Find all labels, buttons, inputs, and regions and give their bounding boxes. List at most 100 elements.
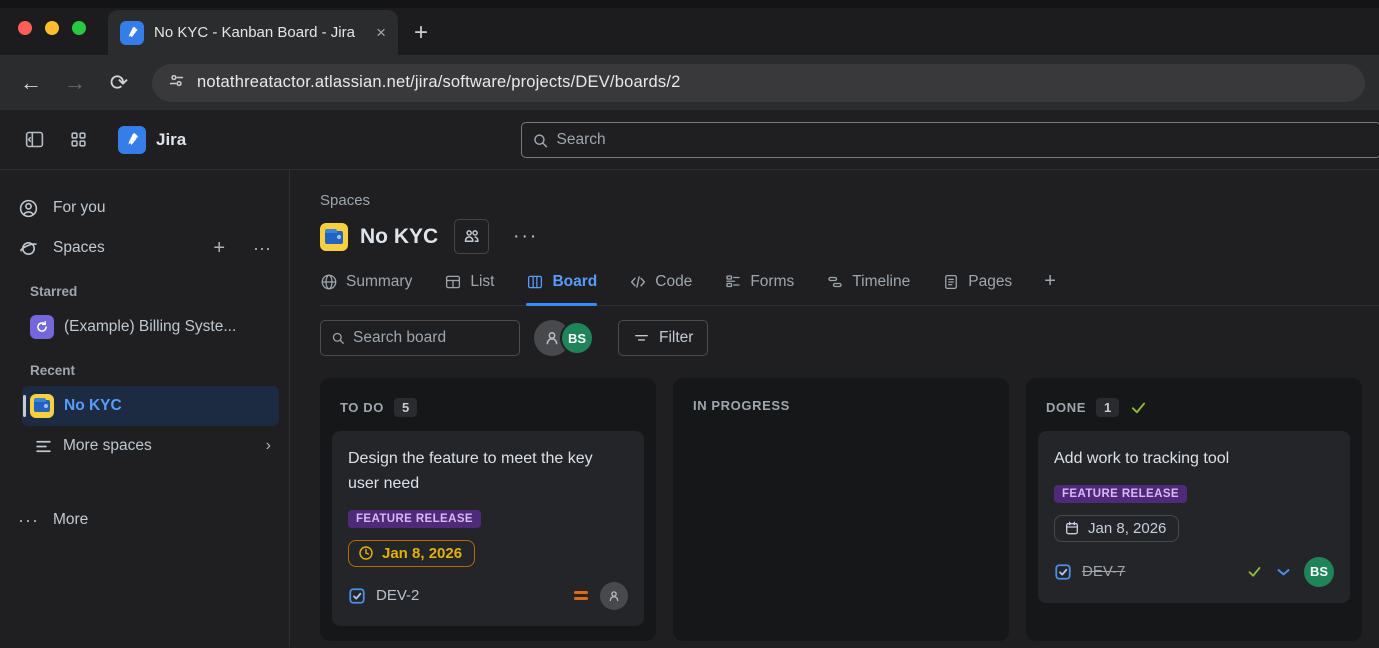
column-header: IN PROGRESS [683, 388, 999, 425]
tab-label: Code [655, 273, 692, 291]
column-count-badge: 1 [1096, 398, 1119, 417]
jira-home-link[interactable]: Jira [118, 126, 186, 154]
chevron-right-icon: › [266, 437, 271, 455]
browser-window: No KYC - Kanban Board - Jira × + ← → ⟳ n… [0, 0, 1379, 110]
project-more-icon[interactable]: ··· [513, 226, 538, 248]
assignee-avatar[interactable] [600, 582, 628, 610]
column-header: TO DO 5 [330, 388, 646, 429]
column-name: IN PROGRESS [693, 398, 790, 413]
search-input[interactable] [557, 131, 1371, 149]
calendar-icon [1064, 520, 1080, 536]
tab-summary[interactable]: Summary [320, 270, 412, 305]
site-settings-icon[interactable] [168, 72, 185, 94]
task-type-icon [348, 587, 366, 605]
user-avatar[interactable]: BS [560, 321, 594, 355]
wallet-icon [30, 394, 54, 418]
url-text: notathreatactor.atlassian.net/jira/softw… [197, 73, 681, 92]
column-header: DONE 1 [1036, 388, 1352, 429]
members-button[interactable] [454, 219, 489, 254]
main-content: Spaces No KYC ··· Summary List Board [290, 170, 1379, 647]
kanban-board: TO DO 5 Design the feature to meet the k… [320, 378, 1379, 641]
board-toolbar: BS Filter [320, 320, 1379, 356]
board-columns-icon [526, 273, 544, 291]
forward-button[interactable]: → [58, 70, 92, 96]
assignee-avatar[interactable]: BS [1304, 557, 1334, 587]
tab-title: No KYC - Kanban Board - Jira [154, 24, 366, 41]
board-search-input[interactable] [353, 329, 509, 347]
address-bar[interactable]: notathreatactor.atlassian.net/jira/softw… [152, 64, 1365, 102]
task-type-icon [1054, 563, 1072, 581]
issue-card[interactable]: Add work to tracking tool FEATURE RELEAS… [1038, 431, 1350, 603]
close-window-button[interactable] [18, 21, 32, 35]
sidebar-section-recent: Recent [0, 347, 289, 386]
spaces-more-icon[interactable]: ··· [253, 238, 271, 259]
sidebar-item-spaces[interactable]: Spaces + ··· [0, 228, 289, 268]
due-date-chip[interactable]: Jan 8, 2026 [1054, 515, 1179, 542]
sidebar-item-billing-system[interactable]: (Example) Billing Syste... [22, 307, 279, 347]
card-footer: DEV-7 BS [1054, 557, 1334, 587]
sidebar-item-more-spaces[interactable]: More spaces › [26, 426, 279, 466]
zoom-window-button[interactable] [72, 21, 86, 35]
sidebar-item-label: (Example) Billing Syste... [64, 318, 236, 336]
add-space-icon[interactable]: + [213, 237, 225, 260]
search-icon [532, 132, 549, 149]
tab-board[interactable]: Board [526, 270, 597, 305]
collapse-sidebar-icon[interactable] [16, 122, 52, 158]
due-date-chip[interactable]: Jan 8, 2026 [348, 540, 475, 567]
ellipsis-icon: ··· [18, 510, 39, 531]
tab-code[interactable]: Code [629, 270, 692, 305]
issue-card[interactable]: Design the feature to meet the key user … [332, 431, 644, 626]
column-todo: TO DO 5 Design the feature to meet the k… [320, 378, 656, 641]
page-title: No KYC [360, 225, 438, 249]
browser-tab[interactable]: No KYC - Kanban Board - Jira × [108, 10, 398, 55]
breadcrumb[interactable]: Spaces [320, 170, 1379, 209]
browser-toolbar: ← → ⟳ notathreatactor.atlassian.net/jira… [0, 55, 1379, 110]
global-search-field[interactable] [521, 122, 1379, 158]
jira-app-header: Jira [0, 110, 1379, 170]
priority-medium-icon [574, 591, 588, 600]
filter-button[interactable]: Filter [618, 320, 708, 356]
sync-icon [30, 315, 54, 339]
sidebar: For you Spaces + ··· Starred (Example) B… [0, 170, 290, 647]
project-title-row: No KYC ··· [320, 219, 1379, 254]
sidebar-item-label: Spaces [53, 239, 199, 257]
column-in-progress: IN PROGRESS [673, 378, 1009, 641]
tab-label: Forms [750, 273, 794, 291]
browser-tabstrip: No KYC - Kanban Board - Jira × + [0, 8, 1379, 55]
drag-grip[interactable] [23, 395, 26, 417]
page-icon [942, 273, 960, 291]
forms-icon [724, 273, 742, 291]
project-tabs: Summary List Board Code Forms Timeline [320, 270, 1379, 306]
code-icon [629, 273, 647, 291]
sidebar-item-label: More spaces [63, 437, 152, 455]
app-switcher-icon[interactable] [60, 122, 96, 158]
tab-label: Timeline [852, 273, 910, 291]
traffic-lights [18, 21, 86, 35]
project-wallet-icon [320, 223, 348, 251]
tab-label: Board [552, 273, 597, 291]
add-tab-button[interactable]: + [1044, 270, 1056, 305]
sidebar-item-more[interactable]: ··· More [0, 500, 289, 540]
tab-list[interactable]: List [444, 270, 494, 305]
sidebar-item-no-kyc[interactable]: No KYC [22, 386, 279, 426]
column-name: DONE [1046, 400, 1086, 415]
timeline-icon [826, 273, 844, 291]
column-name: TO DO [340, 400, 384, 415]
resolved-check-icon [1246, 563, 1263, 580]
tab-timeline[interactable]: Timeline [826, 270, 910, 305]
tab-label: Summary [346, 273, 412, 291]
people-icon [462, 227, 481, 246]
minimize-window-button[interactable] [45, 21, 59, 35]
app-name: Jira [156, 130, 186, 150]
card-title: Design the feature to meet the key user … [348, 447, 628, 497]
new-tab-button[interactable]: + [414, 19, 428, 47]
tab-label: List [470, 273, 494, 291]
close-tab-icon[interactable]: × [376, 23, 386, 43]
reload-button[interactable]: ⟳ [102, 70, 136, 96]
done-check-icon [1129, 398, 1148, 417]
sidebar-item-for-you[interactable]: For you [0, 188, 289, 228]
back-button[interactable]: ← [14, 70, 48, 96]
board-search-field[interactable] [320, 320, 520, 356]
tab-forms[interactable]: Forms [724, 270, 794, 305]
tab-pages[interactable]: Pages [942, 270, 1012, 305]
